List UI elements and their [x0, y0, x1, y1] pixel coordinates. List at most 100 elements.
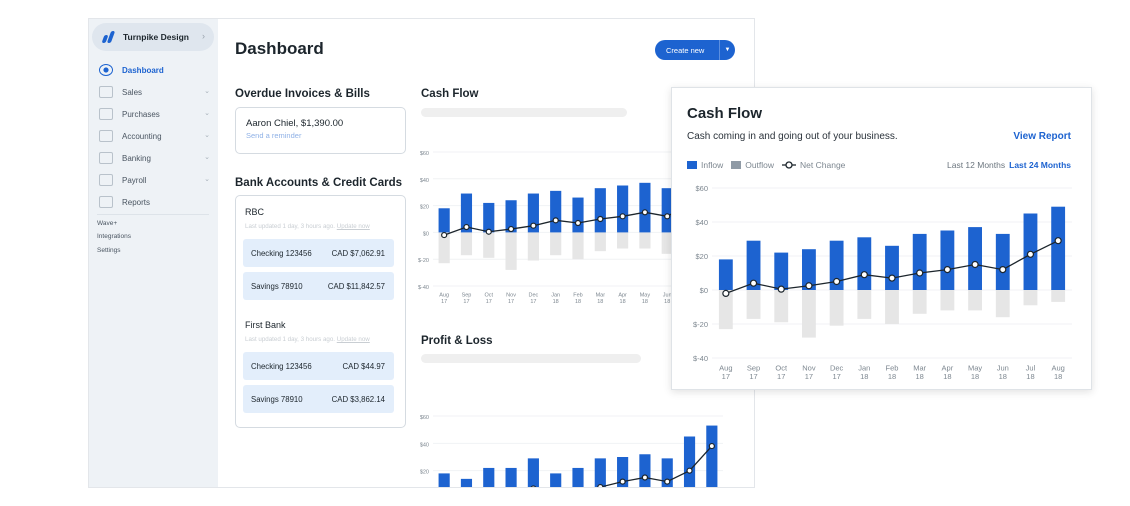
x-tick-label: 17 [777, 372, 785, 381]
inflow-bar [857, 237, 872, 290]
net-change-point [463, 223, 470, 231]
x-tick-label: 17 [530, 299, 536, 305]
chart-legend: Inflow Outflow Net Change [687, 160, 853, 170]
legend-outflow[interactable]: Outflow [731, 160, 774, 170]
chevron-down-icon: ⌄ [204, 132, 210, 139]
sidebar-item-label: Dashboard [122, 65, 164, 75]
net-change-point [664, 213, 671, 220]
sidebar-item-sales[interactable]: Sales ⌄ [89, 81, 218, 103]
account-row[interactable]: Checking 123456 CAD $44.97 [243, 352, 394, 380]
outflow-bar [550, 232, 562, 256]
inflow-bar [683, 436, 696, 487]
updated-text: Last updated 1 day, 3 hours ago. [245, 223, 336, 230]
inflow-bar [940, 230, 955, 290]
account-balance: CAD $7,062.91 [331, 248, 385, 258]
account-row[interactable]: Savings 78910 CAD $11,842.57 [243, 272, 394, 300]
sidebar-item-reports[interactable]: Reports [89, 191, 218, 213]
outflow-bar [483, 232, 495, 258]
x-tick-label: 18 [597, 299, 603, 305]
sidebar-item-accounting[interactable]: Accounting ⌄ [89, 125, 218, 147]
create-new-button[interactable]: Create new ▼ [655, 40, 735, 60]
x-tick-label: 17 [508, 299, 514, 305]
net-change-point [860, 271, 868, 279]
inflow-bar [885, 245, 899, 290]
y-tick-label: $0 [423, 231, 429, 237]
cart-icon [99, 108, 113, 120]
inflow-bar [774, 252, 789, 290]
create-new-label: Create new [666, 45, 705, 55]
net-change-point [574, 219, 582, 227]
sidebar-link-wave-plus[interactable]: Wave+ [97, 220, 117, 227]
update-now-link[interactable]: Update now [337, 336, 370, 343]
net-change-point [441, 231, 448, 239]
sidebar-item-banking[interactable]: Banking ⌄ [89, 147, 218, 169]
overdue-card: Aaron Chiel, $1,390.00 Send a reminder [235, 107, 406, 154]
net-change-point [749, 279, 758, 287]
x-tick-label: 18 [888, 372, 896, 381]
net-change-point [641, 209, 649, 216]
y-tick-label: $40 [420, 442, 429, 448]
outflow-bar [802, 290, 816, 338]
legend-net-change[interactable]: Net Change [782, 160, 845, 170]
sidebar: Turnpike Design › Dashboard Sales ⌄ Purchas… [89, 19, 218, 487]
account-row[interactable]: Savings 78910 CAD $3,862.14 [243, 385, 394, 413]
inflow-bar [460, 478, 473, 487]
net-change-point [833, 277, 841, 286]
net-change-point [1026, 250, 1035, 258]
net-change-point [530, 222, 537, 229]
range-12-months[interactable]: Last 12 Months [947, 160, 1005, 170]
business-switcher[interactable]: Turnpike Design › [92, 23, 214, 51]
x-tick-label: 17 [463, 299, 469, 305]
inflow-bar [483, 202, 495, 233]
inflow-bar [550, 190, 562, 233]
chevron-right-icon: › [202, 31, 205, 41]
legend-label: Net Change [800, 160, 846, 170]
net-change-point [664, 478, 671, 485]
inflow-bar [995, 233, 1010, 290]
legend-label: Inflow [701, 160, 724, 170]
y-tick-label: $-40 [418, 285, 429, 291]
outflow-bar [940, 290, 955, 311]
sidebar-item-payroll[interactable]: Payroll ⌄ [89, 169, 218, 191]
view-report-link[interactable]: View Report [1013, 131, 1071, 142]
update-now-link[interactable]: Update now [337, 223, 370, 230]
outflow-bar [527, 232, 539, 261]
account-row[interactable]: Checking 123456 CAD $7,062.91 [243, 239, 394, 267]
x-tick-label: 17 [722, 372, 730, 381]
legend-inflow[interactable]: Inflow [687, 160, 723, 170]
net-change-point [1054, 237, 1062, 245]
net-change-point [916, 269, 924, 277]
scale-icon [99, 130, 113, 142]
net-change-point [686, 467, 693, 474]
bank-name: RBC [245, 207, 265, 217]
inflow-bar [483, 467, 495, 487]
net-change-point [777, 285, 785, 293]
net-change-point [507, 225, 515, 233]
y-tick-label: $-20 [693, 320, 708, 329]
x-tick-label: Mar [596, 293, 606, 299]
x-tick-label: 17 [832, 372, 840, 381]
sidebar-link-integrations[interactable]: Integrations [97, 233, 131, 240]
range-24-months[interactable]: Last 24 Months [1009, 160, 1071, 170]
x-tick-label: 17 [486, 299, 492, 305]
net-change-point [619, 213, 626, 220]
x-tick-label: 18 [1054, 372, 1062, 381]
inflow-bar [912, 233, 927, 290]
net-change-point [971, 260, 979, 269]
caret-down-icon[interactable]: ▼ [719, 40, 735, 60]
inflow-bar [594, 458, 606, 487]
bank-accounts-heading: Bank Accounts & Credit Cards [235, 177, 402, 189]
x-tick-label: Jan [551, 293, 560, 299]
bank-icon [99, 152, 113, 164]
y-tick-label: $20 [420, 470, 429, 476]
send-reminder-link[interactable]: Send a reminder [246, 131, 301, 140]
sidebar-item-purchases[interactable]: Purchases ⌄ [89, 103, 218, 125]
y-tick-label: $-20 [418, 258, 429, 264]
sidebar-link-settings[interactable]: Settings [97, 247, 121, 254]
net-change-point [641, 474, 649, 481]
y-tick-label: $40 [695, 218, 708, 227]
inflow-swatch-icon [687, 161, 697, 169]
dashboard-icon [99, 64, 113, 76]
net-change-point [805, 282, 813, 290]
sidebar-item-dashboard[interactable]: Dashboard [89, 59, 218, 81]
